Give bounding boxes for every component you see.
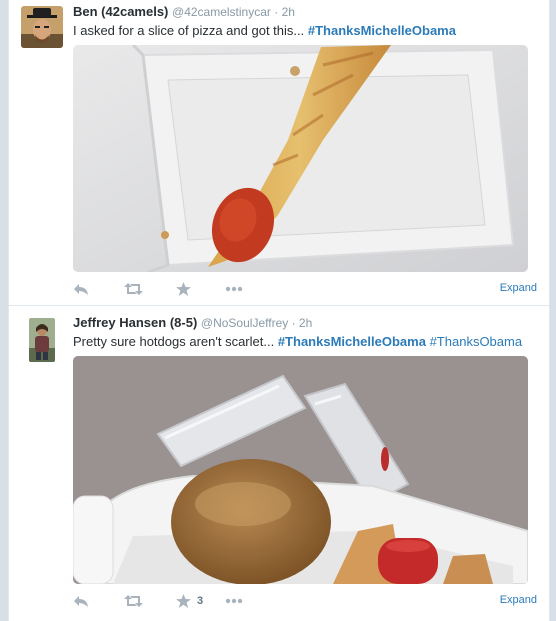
tweet-header: Ben (42camels) @42camelstinycar · 2h xyxy=(73,3,537,21)
avatar[interactable] xyxy=(29,318,55,362)
tweet-timestamp[interactable]: 2h xyxy=(299,316,312,330)
tweet-actions: Expand xyxy=(73,280,537,298)
reply-icon xyxy=(73,594,89,608)
tweet-content: Jeffrey Hansen (8-5) @NoSoulJeffrey · 2h… xyxy=(73,314,537,350)
retweet-button[interactable] xyxy=(124,280,143,298)
reply-icon xyxy=(73,282,89,296)
hashtag-link[interactable]: #ThanksObama xyxy=(430,334,523,349)
tweet-username[interactable]: @NoSoulJeffrey xyxy=(201,316,288,330)
avatar[interactable] xyxy=(21,6,63,48)
tweet-username[interactable]: @42camelstinycar xyxy=(172,5,271,19)
star-icon xyxy=(176,282,191,296)
expand-link[interactable]: Expand xyxy=(500,280,537,296)
tweet[interactable]: Ben (42camels) @42camelstinycar · 2h I a… xyxy=(9,0,549,306)
hashtag-link[interactable]: #ThanksMichelleObama xyxy=(308,23,456,38)
tweet-header: Jeffrey Hansen (8-5) @NoSoulJeffrey · 2h xyxy=(73,314,537,332)
tweet-time-separator: · xyxy=(270,5,282,19)
reply-button[interactable] xyxy=(73,280,89,298)
tweet-photo[interactable] xyxy=(73,356,528,584)
favorite-button[interactable]: 3 xyxy=(176,592,203,610)
tweet-actions: 3 Expand xyxy=(73,592,537,610)
star-icon xyxy=(176,594,191,608)
tweet-photo[interactable] xyxy=(73,45,528,272)
tweet-text: I asked for a slice of pizza and got thi… xyxy=(73,22,537,39)
expand-link[interactable]: Expand xyxy=(500,592,537,608)
hashtag-link[interactable]: #ThanksMichelleObama xyxy=(278,334,426,349)
tweet-text-body: Pretty sure hotdogs aren't scarlet... xyxy=(73,334,275,349)
favorite-count: 3 xyxy=(197,595,204,607)
tweet-content: Ben (42camels) @42camelstinycar · 2h I a… xyxy=(73,3,537,39)
more-button[interactable] xyxy=(225,280,243,298)
tweet[interactable]: Jeffrey Hansen (8-5) @NoSoulJeffrey · 2h… xyxy=(9,306,549,621)
tweet-fullname[interactable]: Ben (42camels) xyxy=(73,4,168,19)
tweet-text-body: I asked for a slice of pizza and got thi… xyxy=(73,23,305,38)
more-button[interactable] xyxy=(225,592,243,610)
reply-button[interactable] xyxy=(73,592,89,610)
tweet-timeline: Ben (42camels) @42camelstinycar · 2h I a… xyxy=(8,0,550,621)
more-dots-icon xyxy=(225,598,243,604)
retweet-button[interactable] xyxy=(124,592,143,610)
tweet-fullname[interactable]: Jeffrey Hansen (8-5) xyxy=(73,315,197,330)
tweet-timestamp[interactable]: 2h xyxy=(282,5,295,19)
page: Ben (42camels) @42camelstinycar · 2h I a… xyxy=(0,0,556,621)
favorite-button[interactable] xyxy=(176,280,197,298)
more-dots-icon xyxy=(225,286,243,292)
tweet-text: Pretty sure hotdogs aren't scarlet... #T… xyxy=(73,333,537,350)
retweet-icon xyxy=(124,594,143,608)
tweet-time-separator: · xyxy=(288,316,299,330)
retweet-icon xyxy=(124,282,143,296)
